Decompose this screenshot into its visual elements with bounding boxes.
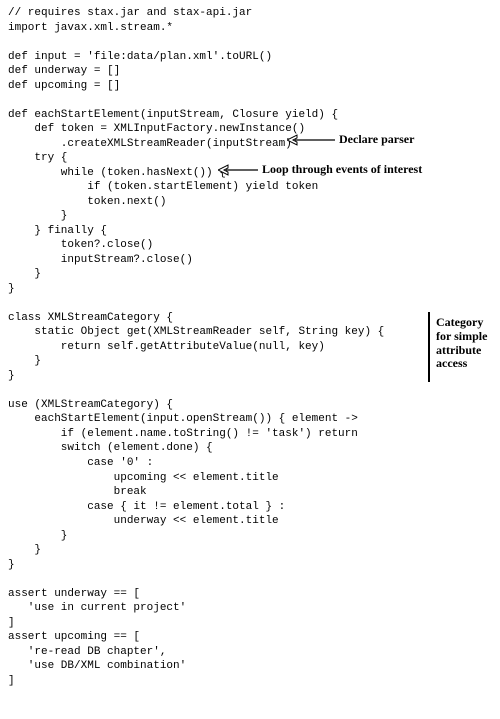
annotation-category-access: Category for simple attribute access: [436, 316, 496, 371]
code-line: switch (element.done) {: [8, 442, 213, 454]
side-bracket: [428, 312, 430, 382]
annotation-loop-events: Loop through events of interest: [262, 163, 422, 177]
code-line: upcoming << element.title: [8, 472, 279, 484]
code-line: 're-read DB chapter',: [8, 646, 166, 658]
code-line: def eachStartElement(inputStream, Closur…: [8, 109, 338, 121]
code-line: token?.close(): [8, 239, 153, 251]
code-block: // requires stax.jar and stax-api.jar im…: [8, 6, 492, 688]
code-line: if (element.name.toString() != 'task') r…: [8, 428, 358, 440]
code-line: .createXMLStreamReader(inputStream): [8, 138, 292, 150]
code-line: } finally {: [8, 225, 107, 237]
code-line: while (token.hasNext()) {: [8, 167, 226, 179]
code-line: def upcoming = []: [8, 80, 120, 92]
code-line: use (XMLStreamCategory) {: [8, 399, 173, 411]
code-line: }: [8, 210, 67, 222]
code-line: assert underway == [: [8, 588, 140, 600]
code-line: ]: [8, 617, 15, 629]
code-line: 'use in current project': [8, 602, 186, 614]
code-line: static Object get(XMLStreamReader self, …: [8, 326, 384, 338]
code-line: assert upcoming == [: [8, 631, 140, 643]
code-line: def underway = []: [8, 65, 120, 77]
code-line: def input = 'file:data/plan.xml'.toURL(): [8, 51, 272, 63]
code-line: case '0' :: [8, 457, 153, 469]
code-line: if (token.startElement) yield token: [8, 181, 318, 193]
code-line: inputStream?.close(): [8, 254, 193, 266]
code-line: }: [8, 268, 41, 280]
code-line: token.next(): [8, 196, 166, 208]
code-line: ]: [8, 675, 15, 687]
code-line: }: [8, 559, 15, 571]
code-line: }: [8, 355, 41, 367]
code-line: 'use DB/XML combination': [8, 660, 186, 672]
code-line: }: [8, 370, 15, 382]
code-line: return self.getAttributeValue(null, key): [8, 341, 325, 353]
code-line: try {: [8, 152, 67, 164]
code-line: case { it != element.total } :: [8, 501, 285, 513]
code-line: def token = XMLInputFactory.newInstance(…: [8, 123, 305, 135]
code-line: import javax.xml.stream.*: [8, 22, 173, 34]
code-line: }: [8, 544, 41, 556]
code-line: underway << element.title: [8, 515, 279, 527]
annotation-declare-parser: Declare parser: [339, 133, 414, 147]
code-line: // requires stax.jar and stax-api.jar: [8, 7, 252, 19]
code-line: }: [8, 530, 67, 542]
code-line: break: [8, 486, 147, 498]
code-line: eachStartElement(input.openStream()) { e…: [8, 413, 358, 425]
code-line: class XMLStreamCategory {: [8, 312, 173, 324]
code-line: }: [8, 283, 15, 295]
